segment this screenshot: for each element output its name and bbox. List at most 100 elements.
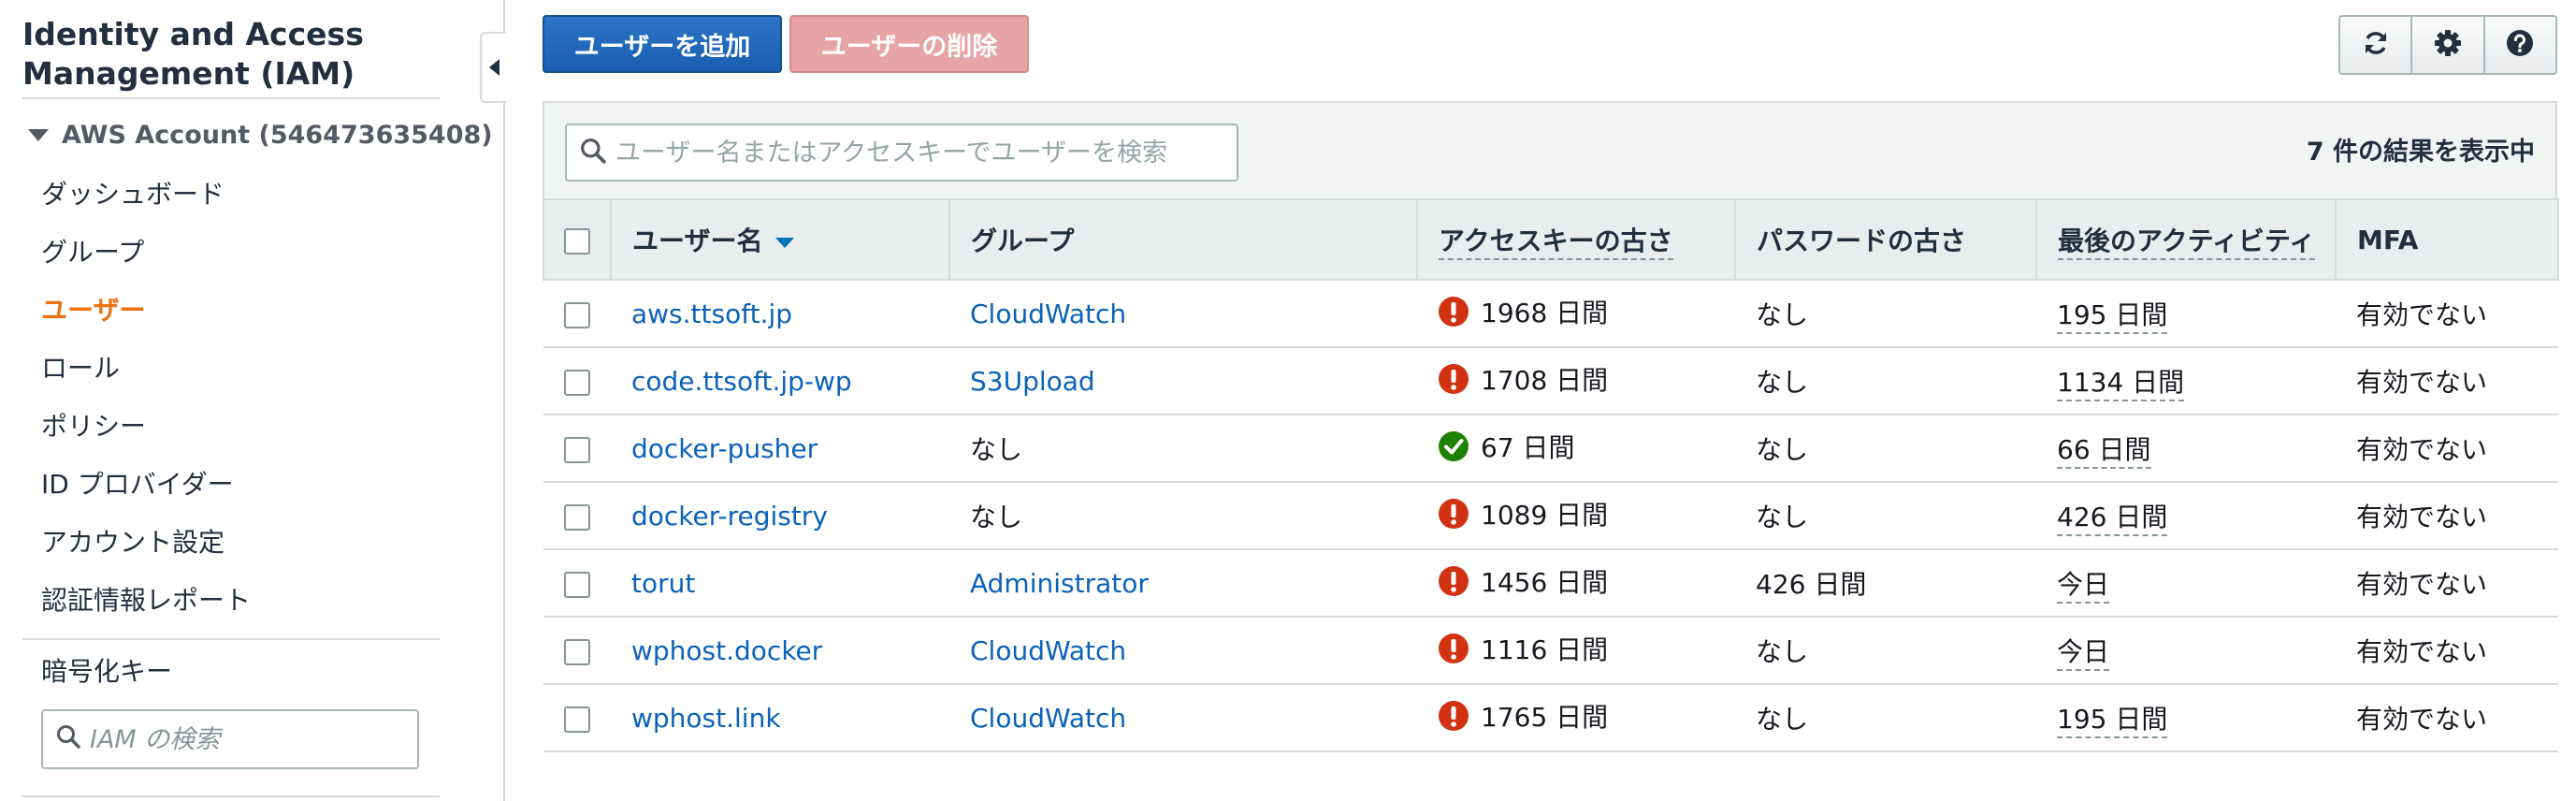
last-activity-text: 今日 bbox=[2057, 636, 2110, 671]
row-checkbox[interactable] bbox=[564, 436, 590, 463]
password-age-text: なし bbox=[1756, 704, 1809, 735]
username-link[interactable]: torut bbox=[631, 568, 695, 599]
users-panel: 7 件の結果を表示中 ユーザー名 グループ アクセスキーの古さ パスワードの古さ… bbox=[543, 101, 2559, 752]
mfa-status-text: 有効でない bbox=[2356, 636, 2488, 667]
password-age-text: なし bbox=[1756, 367, 1809, 398]
mfa-cell: 有効でない bbox=[2336, 549, 2558, 618]
username-link[interactable]: wphost.link bbox=[631, 703, 781, 734]
search-icon bbox=[56, 724, 80, 755]
password-age-text: なし bbox=[1756, 434, 1809, 465]
last-activity-cell: 66 日間 bbox=[2036, 415, 2336, 483]
access-key-age-text: 1089 日間 bbox=[1481, 500, 1609, 531]
delete-user-button[interactable]: ユーザーの削除 bbox=[789, 15, 1029, 73]
mfa-cell: 有効でない bbox=[2336, 684, 2558, 752]
username-link[interactable]: aws.ttsoft.jp bbox=[631, 299, 792, 329]
gear-icon bbox=[2433, 28, 2463, 62]
sidebar-item-dashboard[interactable]: ダッシュボード bbox=[41, 174, 224, 215]
table-row[interactable]: code.ttsoft.jp-wp S3Upload 1708 日間 なし 1134 日… bbox=[543, 347, 2558, 415]
column-header-password-age[interactable]: パスワードの古さ bbox=[1735, 198, 2037, 281]
column-header-access-key-age[interactable]: アクセスキーの古さ bbox=[1417, 198, 1736, 281]
sidebar-item-policies[interactable]: ポリシー bbox=[41, 406, 146, 447]
table-row[interactable]: wphost.docker CloudWatch 1116 日間 なし 今日 有効でない bbox=[543, 617, 2558, 685]
last-activity-cell: 426 日間 bbox=[2036, 482, 2336, 550]
user-search-box[interactable] bbox=[565, 124, 1238, 182]
password-age-cell: なし bbox=[1735, 347, 2036, 415]
group-text: なし bbox=[970, 502, 1023, 532]
column-header-mfa[interactable]: MFA bbox=[2336, 198, 2559, 281]
last-activity-text: 今日 bbox=[2057, 569, 2110, 604]
check-circle-icon bbox=[1438, 430, 1469, 462]
row-checkbox[interactable] bbox=[564, 638, 590, 665]
sidebar-divider bbox=[22, 638, 440, 640]
username-cell: wphost.link bbox=[611, 684, 949, 752]
settings-button[interactable] bbox=[2412, 17, 2485, 73]
password-age-cell: なし bbox=[1735, 617, 2036, 685]
refresh-button[interactable] bbox=[2340, 17, 2413, 73]
help-icon bbox=[2505, 28, 2535, 62]
password-age-cell: 426 日間 bbox=[1735, 549, 2036, 618]
help-button[interactable] bbox=[2485, 17, 2555, 73]
warning-circle-icon bbox=[1438, 700, 1469, 732]
column-header-last-activity[interactable]: 最後のアクティビティ bbox=[2036, 198, 2337, 281]
group-cell: S3Upload bbox=[949, 347, 1417, 415]
sidebar-item-account-settings[interactable]: アカウント設定 bbox=[41, 522, 224, 563]
last-activity-text: 426 日間 bbox=[2057, 502, 2168, 536]
warning-circle-icon bbox=[1438, 498, 1469, 530]
table-row[interactable]: docker-pusher なし 67 日間 なし 66 日間 有効でない bbox=[543, 415, 2558, 483]
table-row[interactable]: docker-registry なし 1089 日間 なし 426 日間 有効でない bbox=[543, 482, 2558, 550]
mfa-status-text: 有効でない bbox=[2356, 434, 2488, 465]
sidebar-item-roles[interactable]: ロール bbox=[41, 348, 120, 389]
sidebar-title: Identity and Access Management (IAM) bbox=[22, 15, 453, 94]
sidebar-item-identity-providers[interactable]: ID プロバイダー bbox=[41, 464, 234, 505]
iam-search-input[interactable] bbox=[90, 724, 398, 754]
username-link[interactable]: wphost.docker bbox=[631, 635, 822, 666]
access-key-age-text: 67 日間 bbox=[1481, 432, 1575, 463]
username-link[interactable]: docker-registry bbox=[631, 501, 828, 532]
group-text: なし bbox=[970, 434, 1023, 465]
select-all-checkbox[interactable] bbox=[564, 227, 590, 255]
sidebar-divider bbox=[22, 795, 440, 797]
username-cell: docker-pusher bbox=[611, 415, 949, 483]
password-age-text: なし bbox=[1756, 502, 1809, 532]
sidebar-item-credential-report[interactable]: 認証情報レポート bbox=[41, 580, 251, 621]
column-header-group[interactable]: グループ bbox=[949, 198, 1418, 281]
warning-circle-icon bbox=[1438, 363, 1469, 395]
group-link[interactable]: CloudWatch bbox=[970, 703, 1126, 734]
column-header-username[interactable]: ユーザー名 bbox=[611, 198, 950, 281]
row-checkbox[interactable] bbox=[564, 503, 590, 531]
table-row[interactable]: wphost.link CloudWatch 1765 日間 なし 195 日間 有効でな… bbox=[543, 684, 2558, 752]
sidebar-item-groups[interactable]: グループ bbox=[41, 232, 144, 273]
warning-circle-icon bbox=[1438, 565, 1469, 597]
iam-search-box[interactable] bbox=[41, 709, 419, 769]
aws-account-toggle[interactable]: AWS Account (546473635408) bbox=[28, 116, 493, 153]
access-key-age-text: 1708 日間 bbox=[1481, 365, 1609, 396]
aws-account-label: AWS Account (546473635408) bbox=[62, 120, 493, 150]
access-key-age-cell: 1456 日間 bbox=[1417, 549, 1735, 618]
group-link[interactable]: S3Upload bbox=[970, 366, 1095, 397]
user-search-input[interactable] bbox=[615, 138, 1214, 167]
table-row[interactable]: aws.ttsoft.jp CloudWatch 1968 日間 なし 195 日間 有効… bbox=[543, 280, 2558, 348]
group-link[interactable]: CloudWatch bbox=[970, 299, 1126, 329]
row-checkbox[interactable] bbox=[564, 571, 590, 598]
sidebar-item-encryption-keys[interactable]: 暗号化キー bbox=[41, 651, 172, 692]
access-key-age-text: 1116 日間 bbox=[1481, 634, 1609, 665]
username-cell: torut bbox=[611, 549, 949, 618]
username-link[interactable]: code.ttsoft.jp-wp bbox=[631, 366, 852, 397]
username-link[interactable]: docker-pusher bbox=[631, 433, 818, 464]
sidebar-item-users[interactable]: ユーザー bbox=[41, 290, 145, 331]
table-row[interactable]: torut Administrator 1456 日間 426 日間 今日 有効でない bbox=[543, 549, 2558, 618]
chevron-left-icon bbox=[488, 59, 499, 76]
add-user-button[interactable]: ユーザーを追加 bbox=[543, 15, 782, 73]
group-link[interactable]: CloudWatch bbox=[970, 635, 1126, 666]
group-cell: CloudWatch bbox=[949, 280, 1417, 348]
last-activity-cell: 195 日間 bbox=[2036, 684, 2336, 752]
row-checkbox[interactable] bbox=[564, 369, 590, 396]
mfa-status-text: 有効でない bbox=[2356, 502, 2488, 532]
row-checkbox[interactable] bbox=[564, 301, 590, 328]
collapse-sidebar-button[interactable] bbox=[480, 32, 506, 103]
caret-down-icon bbox=[28, 128, 49, 141]
group-link[interactable]: Administrator bbox=[970, 568, 1149, 599]
row-checkbox[interactable] bbox=[564, 706, 590, 733]
select-cell bbox=[543, 347, 611, 415]
search-icon bbox=[580, 138, 606, 167]
